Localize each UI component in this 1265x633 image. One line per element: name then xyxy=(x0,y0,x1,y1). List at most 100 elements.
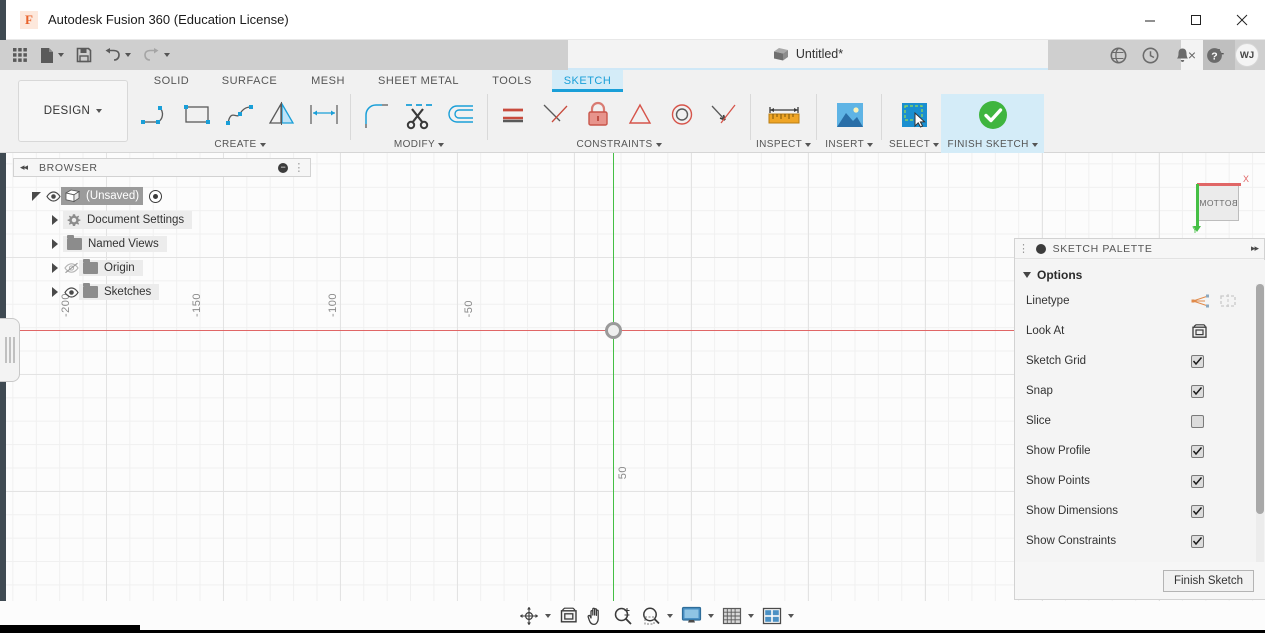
grid-snaps-button[interactable] xyxy=(719,604,757,628)
tree-node-unsaved-row[interactable]: (Unsaved) xyxy=(61,187,143,205)
panel-finish-sketch[interactable]: FINISH SKETCH xyxy=(941,94,1044,153)
minimize-panel-icon[interactable]: − xyxy=(278,163,288,173)
pan-button[interactable] xyxy=(583,604,608,628)
help-icon[interactable]: ? xyxy=(1203,44,1225,66)
close-button[interactable] xyxy=(1219,0,1265,40)
slice-checkbox[interactable] xyxy=(1191,415,1204,428)
tree-node-origin[interactable]: Origin xyxy=(13,256,311,280)
panel-title-select[interactable]: SELECT xyxy=(889,136,939,153)
finish-sketch-tool[interactable] xyxy=(966,94,1020,136)
tree-node-sketches-row[interactable]: Sketches xyxy=(79,284,159,300)
horizontal-vertical-constraint-tool[interactable] xyxy=(493,94,535,136)
chevron-down-icon[interactable] xyxy=(58,53,64,57)
insert-image-tool[interactable] xyxy=(822,94,876,136)
panel-title-modify[interactable]: MODIFY xyxy=(394,136,444,153)
trim-scissors-tool[interactable] xyxy=(398,94,440,136)
minimize-panel-icon[interactable] xyxy=(1036,244,1046,254)
panel-title-constraints[interactable]: CONSTRAINTS xyxy=(576,136,661,153)
eye-hidden-icon[interactable] xyxy=(63,262,79,274)
origin-point[interactable] xyxy=(605,322,622,339)
expander-open-icon[interactable] xyxy=(31,189,45,203)
tangent-constraint-tool[interactable] xyxy=(703,94,745,136)
grip-icon[interactable]: ⋮ xyxy=(293,161,305,174)
new-file-button[interactable] xyxy=(34,40,70,70)
rectangle-tool[interactable] xyxy=(177,94,219,136)
activate-component-radio[interactable] xyxy=(149,190,162,203)
offset-tool[interactable] xyxy=(440,94,482,136)
expander-closed-icon[interactable] xyxy=(49,213,63,227)
tab-sheet-metal[interactable]: SHEET METAL xyxy=(365,70,472,92)
tree-node-document-settings[interactable]: Document Settings xyxy=(13,208,311,232)
measure-tool[interactable] xyxy=(757,94,811,136)
zoom-button[interactable] xyxy=(610,604,636,628)
line-tool[interactable] xyxy=(135,94,177,136)
finish-sketch-button[interactable]: Finish Sketch xyxy=(1163,570,1254,592)
concentric-constraint-tool[interactable] xyxy=(661,94,703,136)
save-button[interactable] xyxy=(70,40,98,70)
recent-clock-icon[interactable] xyxy=(1139,44,1161,66)
fit-button[interactable] xyxy=(638,604,676,628)
document-tab-untitled[interactable]: Untitled* xyxy=(568,40,1048,70)
expander-closed-icon[interactable] xyxy=(49,261,63,275)
show-points-checkbox[interactable] xyxy=(1191,475,1204,488)
panel-title-finish-sketch[interactable]: FINISH SKETCH xyxy=(941,136,1044,153)
panel-title-create[interactable]: CREATE xyxy=(214,136,265,153)
app-grid-button[interactable] xyxy=(6,40,34,70)
chevron-down-icon[interactable] xyxy=(788,614,794,618)
data-panel-globe-icon[interactable] xyxy=(1107,44,1129,66)
snap-checkbox[interactable] xyxy=(1191,385,1204,398)
undo-button[interactable] xyxy=(98,40,137,70)
orbit-button[interactable] xyxy=(516,604,554,628)
viewports-button[interactable] xyxy=(759,604,797,628)
expander-closed-icon[interactable] xyxy=(49,237,63,251)
minimize-button[interactable] xyxy=(1127,0,1173,40)
tree-node-sketches[interactable]: Sketches xyxy=(13,280,311,304)
panel-title-inspect[interactable]: INSPECT xyxy=(756,136,811,153)
tree-node-document-settings-row[interactable]: Document Settings xyxy=(63,211,192,229)
show-profile-checkbox[interactable] xyxy=(1191,445,1204,458)
chevron-down-icon[interactable] xyxy=(545,614,551,618)
tab-sketch[interactable]: SKETCH xyxy=(552,70,623,92)
sketch-dimension-tool[interactable] xyxy=(303,94,345,136)
tab-mesh[interactable]: MESH xyxy=(291,70,365,92)
chevron-down-icon[interactable] xyxy=(96,109,102,113)
tab-surface[interactable]: SURFACE xyxy=(208,70,291,92)
construction-line-icon[interactable] xyxy=(1191,293,1210,309)
chevron-down-icon[interactable] xyxy=(748,614,754,618)
options-section-header[interactable]: Options xyxy=(1015,260,1265,286)
expander-closed-icon[interactable] xyxy=(49,285,63,299)
look-at-button[interactable] xyxy=(556,604,581,628)
look-at-icon[interactable] xyxy=(1191,324,1208,339)
user-avatar[interactable]: WJ xyxy=(1235,43,1259,67)
fix-lock-constraint-tool[interactable] xyxy=(577,94,619,136)
grip-icon[interactable]: ⋮ xyxy=(1018,242,1030,255)
centerline-icon[interactable] xyxy=(1219,293,1238,309)
palette-scrollbar-thumb[interactable] xyxy=(1256,284,1264,514)
tree-node-unsaved[interactable]: (Unsaved) xyxy=(13,184,311,208)
show-constraints-checkbox[interactable] xyxy=(1191,535,1204,548)
chevron-down-icon[interactable] xyxy=(125,53,131,57)
chevron-down-icon[interactable] xyxy=(667,614,673,618)
expand-right-icon[interactable]: ▸▸ xyxy=(1251,243,1258,254)
eye-visible-icon[interactable] xyxy=(63,287,79,298)
workspace-switcher[interactable]: DESIGN xyxy=(18,80,128,142)
tab-tools[interactable]: TOOLS xyxy=(472,70,552,92)
eye-visible-icon[interactable] xyxy=(45,191,61,202)
chevron-down-icon[interactable] xyxy=(708,614,714,618)
mirror-tool[interactable] xyxy=(261,94,303,136)
tree-node-origin-row[interactable]: Origin xyxy=(79,260,143,276)
display-settings-button[interactable] xyxy=(678,604,717,628)
maximize-button[interactable] xyxy=(1173,0,1219,40)
perpendicular-constraint-tool[interactable] xyxy=(535,94,577,136)
view-cube-face[interactable]: BOTTOM xyxy=(1197,185,1239,221)
collapse-left-icon[interactable]: ◂◂ xyxy=(20,162,27,173)
view-cube[interactable]: BOTTOM X Y xyxy=(1189,171,1251,226)
show-dimensions-checkbox[interactable] xyxy=(1191,505,1204,518)
fillet-tool[interactable] xyxy=(356,94,398,136)
tree-node-named-views[interactable]: Named Views xyxy=(13,232,311,256)
tree-node-named-views-row[interactable]: Named Views xyxy=(63,236,167,252)
spline-tool[interactable] xyxy=(219,94,261,136)
tab-solid[interactable]: SOLID xyxy=(135,70,208,92)
left-panel-drag-handle[interactable] xyxy=(0,318,20,382)
notifications-bell-icon[interactable] xyxy=(1171,44,1193,66)
